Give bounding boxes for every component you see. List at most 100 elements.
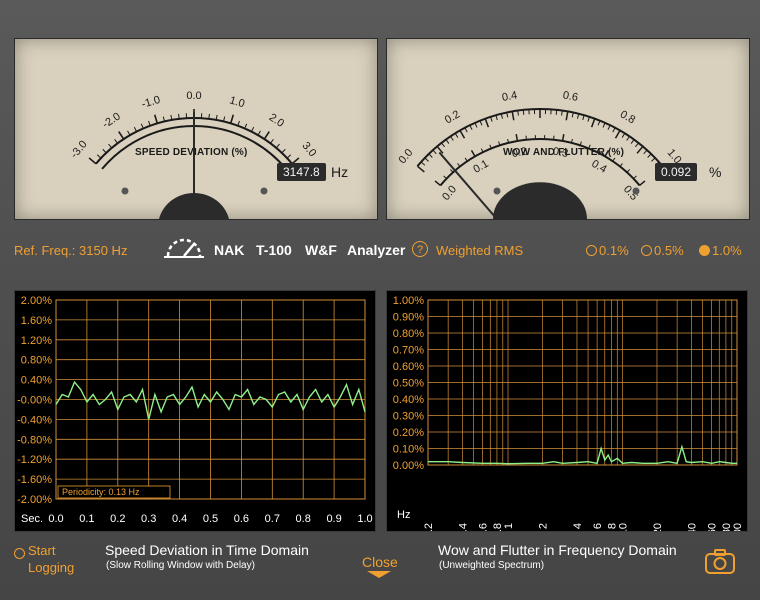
reference-frequency: Ref. Freq.: 3150 Hz: [14, 243, 128, 258]
speed-scale-tick: [270, 139, 274, 144]
wow-flutter-dial: 0.00.20.4 0.60.81.00.00.10.2 0.30.40.5: [396, 89, 684, 219]
speed-deviation-dial: -3.0 -2.0 -1.0 0.0 1.0 2.0 3.0: [68, 90, 318, 219]
speed-readout: 3147.8: [277, 163, 326, 181]
range-0-5-label[interactable]: 0.5%: [654, 243, 684, 258]
wf-outer-tick: [621, 133, 626, 138]
speed-tick-label: 0.0: [186, 90, 201, 102]
model-name: T-100: [256, 242, 292, 258]
meter-screw-icon: [493, 187, 501, 195]
speed-tick-label: 1.0: [228, 94, 246, 110]
wf-outer-tick: [590, 118, 596, 128]
start-logging-button[interactable]: Start Logging: [28, 542, 74, 576]
speed-deviation-title: SPEED DEVIATION (%): [135, 147, 248, 158]
speed-scale-tick: [229, 114, 235, 124]
wf-outer-tick: [450, 136, 454, 141]
wf-outer-tick: [582, 115, 585, 121]
y-tick-label: -1.60%: [17, 474, 52, 486]
y-tick-label: 0.80%: [393, 328, 424, 340]
periodicity-label: Periodicity: 0.13 Hz: [62, 487, 140, 497]
wf-outer-tick: [445, 139, 450, 144]
y-tick-label: 0.90%: [393, 312, 424, 324]
wf-outer-tick: [635, 142, 639, 148]
close-button[interactable]: Close: [362, 554, 398, 570]
wf-outer-tick: [469, 124, 473, 130]
wf-outer-tick: [479, 120, 483, 126]
y-tick-label: 2.00%: [21, 295, 52, 307]
y-tick-label: -2.00%: [17, 494, 52, 506]
speed-scale-tick: [153, 114, 159, 124]
speed-scale-tick: [263, 131, 270, 140]
x-tick-label: 0.4: [457, 523, 469, 531]
speed-scale-tick: [275, 143, 280, 149]
y-tick-label: 0.30%: [393, 411, 424, 423]
wf-outer-tick: [565, 111, 569, 121]
wf-outer-tick: [474, 122, 478, 128]
speed-scale-tick: [178, 113, 180, 119]
wf-outer-tick: [651, 157, 656, 162]
wf-outer-tick: [607, 124, 611, 130]
wf-outer-tick: [416, 165, 425, 173]
help-icon[interactable]: ?: [412, 241, 428, 257]
y-tick-label: 0.40%: [21, 375, 52, 387]
wow-flutter-meter: 0.0 0.2 0.4 0.6 0.8 1.0 0.0 0.1 0.2 0.3 0.4 0.5 WOW…: [386, 38, 750, 220]
speed-scale-tick: [96, 154, 102, 159]
speed-scale-tick: [118, 131, 125, 140]
speed-scale-tick: [244, 123, 248, 129]
wf-inner-tick: [612, 157, 616, 162]
speed-scale-tick: [208, 113, 210, 119]
weighted-rms-label: Weighted RMS: [436, 243, 524, 258]
left-chart-title: Speed Deviation in Time Domain: [105, 542, 309, 558]
speed-tick-label: 3.0: [299, 140, 318, 159]
speed-scale-tick: [250, 126, 255, 132]
y-tick-label: -0.00%: [17, 395, 52, 407]
y-tick-label: 0.40%: [393, 394, 424, 406]
wf-inner-tick: [457, 163, 461, 167]
y-tick-label: 1.60%: [21, 315, 52, 327]
speed-scale-tick: [88, 157, 97, 165]
camera-icon[interactable]: [704, 548, 738, 576]
wow-flutter-title: WOW AND FLUTTER (%): [503, 147, 625, 158]
range-1-0-label[interactable]: 1.0%: [712, 243, 742, 258]
wf-readout: 0.092: [655, 163, 698, 181]
range-0-5-radio[interactable]: [641, 245, 652, 256]
x-tick-label: 0.8: [296, 513, 311, 525]
wf-outer-tick: [484, 118, 490, 128]
y-tick-label: 0.00%: [393, 460, 424, 472]
wf-outer-tick: [428, 153, 433, 158]
speed-deviation-meter: -3.0 -2.0 -1.0 0.0 1.0 2.0 3.0 SPEED DEVIATION…: [14, 38, 378, 220]
wf-inner-tick: [626, 169, 631, 173]
range-0-1-radio[interactable]: [586, 245, 597, 256]
wf-inner-tick: [561, 133, 565, 142]
start-logging-radio[interactable]: [14, 548, 25, 559]
speed-tick-label: -1.0: [140, 94, 162, 111]
wf-outer-tick: [459, 130, 466, 139]
x-tick-label: 0.9: [326, 513, 341, 525]
wf-outer-tick-label: 0.2: [443, 108, 462, 126]
y-tick-label: 0.80%: [21, 355, 52, 367]
wf-outer-tick-label: 0.8: [618, 108, 637, 126]
wf-inner-tick: [639, 180, 646, 187]
wf-outer-tick: [630, 139, 635, 144]
range-1-0-radio[interactable]: [699, 245, 710, 256]
wf-inner-tick: [443, 175, 447, 180]
x-tick-label: 2: [537, 523, 549, 529]
wf-outer-tick: [522, 109, 525, 115]
wf-outer-tick: [626, 136, 630, 141]
start-logging-line2: Logging: [28, 560, 75, 575]
x-tick-label: 0.4: [172, 513, 187, 525]
wf-outer-tick: [612, 127, 616, 133]
wf-outer-tick-label: 0.0: [396, 147, 415, 166]
y-tick-label: 0.20%: [393, 427, 424, 439]
speed-scale-tick: [133, 126, 138, 132]
range-0-1-label[interactable]: 0.1%: [599, 243, 629, 258]
wf-inner-tick: [470, 149, 476, 157]
close-chevron-icon[interactable]: [367, 571, 391, 578]
x-tick-label: 60: [707, 523, 719, 531]
x-tick-label: 0.1: [79, 513, 94, 525]
wf-unit: %: [709, 164, 722, 180]
wf-inner-tick-label: 0.4: [589, 158, 608, 176]
wf-inner-tick: [434, 180, 441, 187]
speed-scale-tick: [108, 143, 113, 149]
speed-tick-label: -3.0: [68, 138, 89, 160]
wf-inner-tick-label: 0.0: [440, 183, 459, 202]
